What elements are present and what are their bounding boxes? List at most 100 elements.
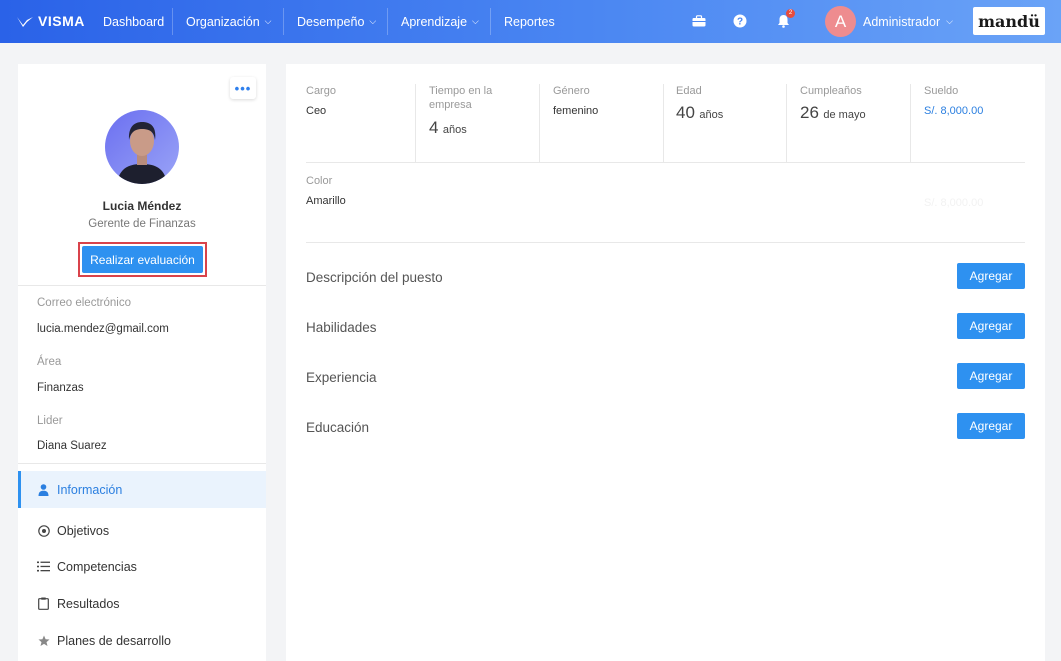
info-genero: Género femenino [540,84,664,162]
info-edad: Edad 40 años [664,84,787,162]
info-cumpleanos: Cumpleaños 26 de mayo [787,84,911,162]
menu-label: Objetivos [57,523,110,538]
info-color: Color Amarillo [306,174,506,252]
nav-dashboard[interactable]: Dashboard [103,0,164,43]
tiempo-label: Tiempo en la empresa [429,85,493,111]
nav-desempeno[interactable]: Desempeño ⌵ [297,0,376,43]
star-icon [37,635,50,647]
user-avatar[interactable]: A [825,6,856,37]
bell-icon[interactable]: 2 [774,9,795,30]
user-icon [37,483,50,496]
divider [306,242,1025,243]
target-icon [37,524,50,537]
leader-value: Diana Suarez [37,440,107,452]
menu-item-competencias[interactable]: Competencias [18,548,266,585]
partner-logo-text: mandü [978,11,1040,31]
nav-aprendizaje[interactable]: Aprendizaje ⌵ [401,0,479,43]
visma-logo[interactable]: VISMA [16,13,85,29]
list-icon [37,561,50,572]
user-name: Administrador [863,14,941,29]
genero-value: femenino [553,105,599,117]
section-job-description-title: Descripción del puesto [306,270,443,285]
nav-divider [490,8,491,35]
color-value: Amarillo [306,195,346,207]
mandu-logo: mandü [973,7,1045,35]
menu-label: Planes de desarrollo [57,633,171,648]
divider [18,285,266,286]
menu-item-planes-desarrollo[interactable]: Planes de desarrollo [18,622,266,659]
edad-unit: años [699,109,724,121]
clipboard-icon [37,597,50,610]
section-skills-title: Habilidades [306,320,377,335]
add-experience-button[interactable]: Agregar [957,363,1025,389]
faded-salary-text: S/. 8,000.00 [924,197,984,209]
visma-swoosh-icon [17,17,33,27]
logo-text: VISMA [38,13,85,29]
edad-label: Edad [676,85,702,97]
top-navigation-bar: VISMA Dashboard Organización ⌵ Desempeño… [0,0,1061,43]
more-options-button[interactable]: ••• [230,77,256,99]
chevron-down-icon: ⌵ [472,16,479,26]
sueldo-value[interactable]: S/. 8,000.00 [924,105,1025,117]
nav-divider [283,8,284,35]
employee-role: Gerente de Finanzas [88,218,196,230]
nav-divider [387,8,388,35]
cargo-label: Cargo [306,85,336,97]
svg-text:?: ? [737,17,743,28]
email-label: Correo electrónico [37,297,131,309]
nav-label: Reportes [504,14,555,29]
genero-label: Género [553,85,590,97]
area-label: Área [37,356,62,368]
tiempo-number: 4 [429,118,439,137]
divider [306,162,1025,163]
leader-label: Lider [37,415,63,427]
add-education-button[interactable]: Agregar [957,413,1025,439]
employee-info-card: Cargo Ceo Tiempo en la empresa 4 años Gé… [286,64,1045,661]
color-label: Color [306,175,333,187]
info-tiempo: Tiempo en la empresa 4 años [416,84,540,162]
cumple-unit: de mayo [823,109,866,121]
nav-divider [172,8,173,35]
chevron-down-icon: ⌵ [946,16,953,26]
employee-name: Lucia Méndez [102,199,182,213]
ellipsis-icon: ••• [234,80,252,96]
cumple-number: 26 [800,103,819,122]
menu-item-resultados[interactable]: Resultados [18,585,266,622]
evaluate-button-highlight: Realizar evaluación [78,242,207,277]
nav-label: Aprendizaje [401,14,468,29]
nav-label: Desempeño [297,14,365,29]
menu-label: Competencias [57,559,137,574]
tiempo-unit: años [442,124,467,136]
cumple-label: Cumpleaños [800,85,862,97]
menu-label: Información [57,482,123,497]
nav-label: Dashboard [103,14,165,29]
avatar-initial: A [834,11,847,31]
chevron-down-icon: ⌵ [264,16,272,26]
menu-item-objetivos[interactable]: Objetivos [18,512,266,549]
help-icon[interactable]: ? [731,12,749,30]
menu-label: Resultados [57,596,120,611]
briefcase-icon[interactable] [690,12,708,30]
add-skills-button[interactable]: Agregar [957,313,1025,339]
nav-reportes[interactable]: Reportes [504,0,555,43]
profile-card: ••• Lucia Méndez Gerente de Finanzas Rea… [18,64,266,661]
notification-badge: 2 [786,9,795,18]
area-value: Finanzas [37,382,84,394]
cargo-value: Ceo [306,105,327,117]
nav-organizacion[interactable]: Organización ⌵ [186,0,271,43]
add-job-description-button[interactable]: Agregar [957,263,1025,289]
chevron-down-icon: ⌵ [369,16,377,26]
nav-label: Organización [186,14,260,29]
divider [18,463,266,464]
user-menu[interactable]: Administrador ⌵ [863,0,953,43]
info-cargo: Cargo Ceo [306,84,416,162]
edad-number: 40 [676,103,695,122]
perform-evaluation-button[interactable]: Realizar evaluación [82,246,203,273]
email-value: lucia.mendez@gmail.com [37,323,169,335]
section-education-title: Educación [306,420,370,435]
menu-item-informacion[interactable]: Información [18,471,266,508]
info-sueldo: Sueldo S/. 8,000.00 [911,84,1025,162]
sueldo-label: Sueldo [924,85,959,97]
section-experience-title: Experiencia [306,370,377,385]
profile-photo [105,110,179,184]
